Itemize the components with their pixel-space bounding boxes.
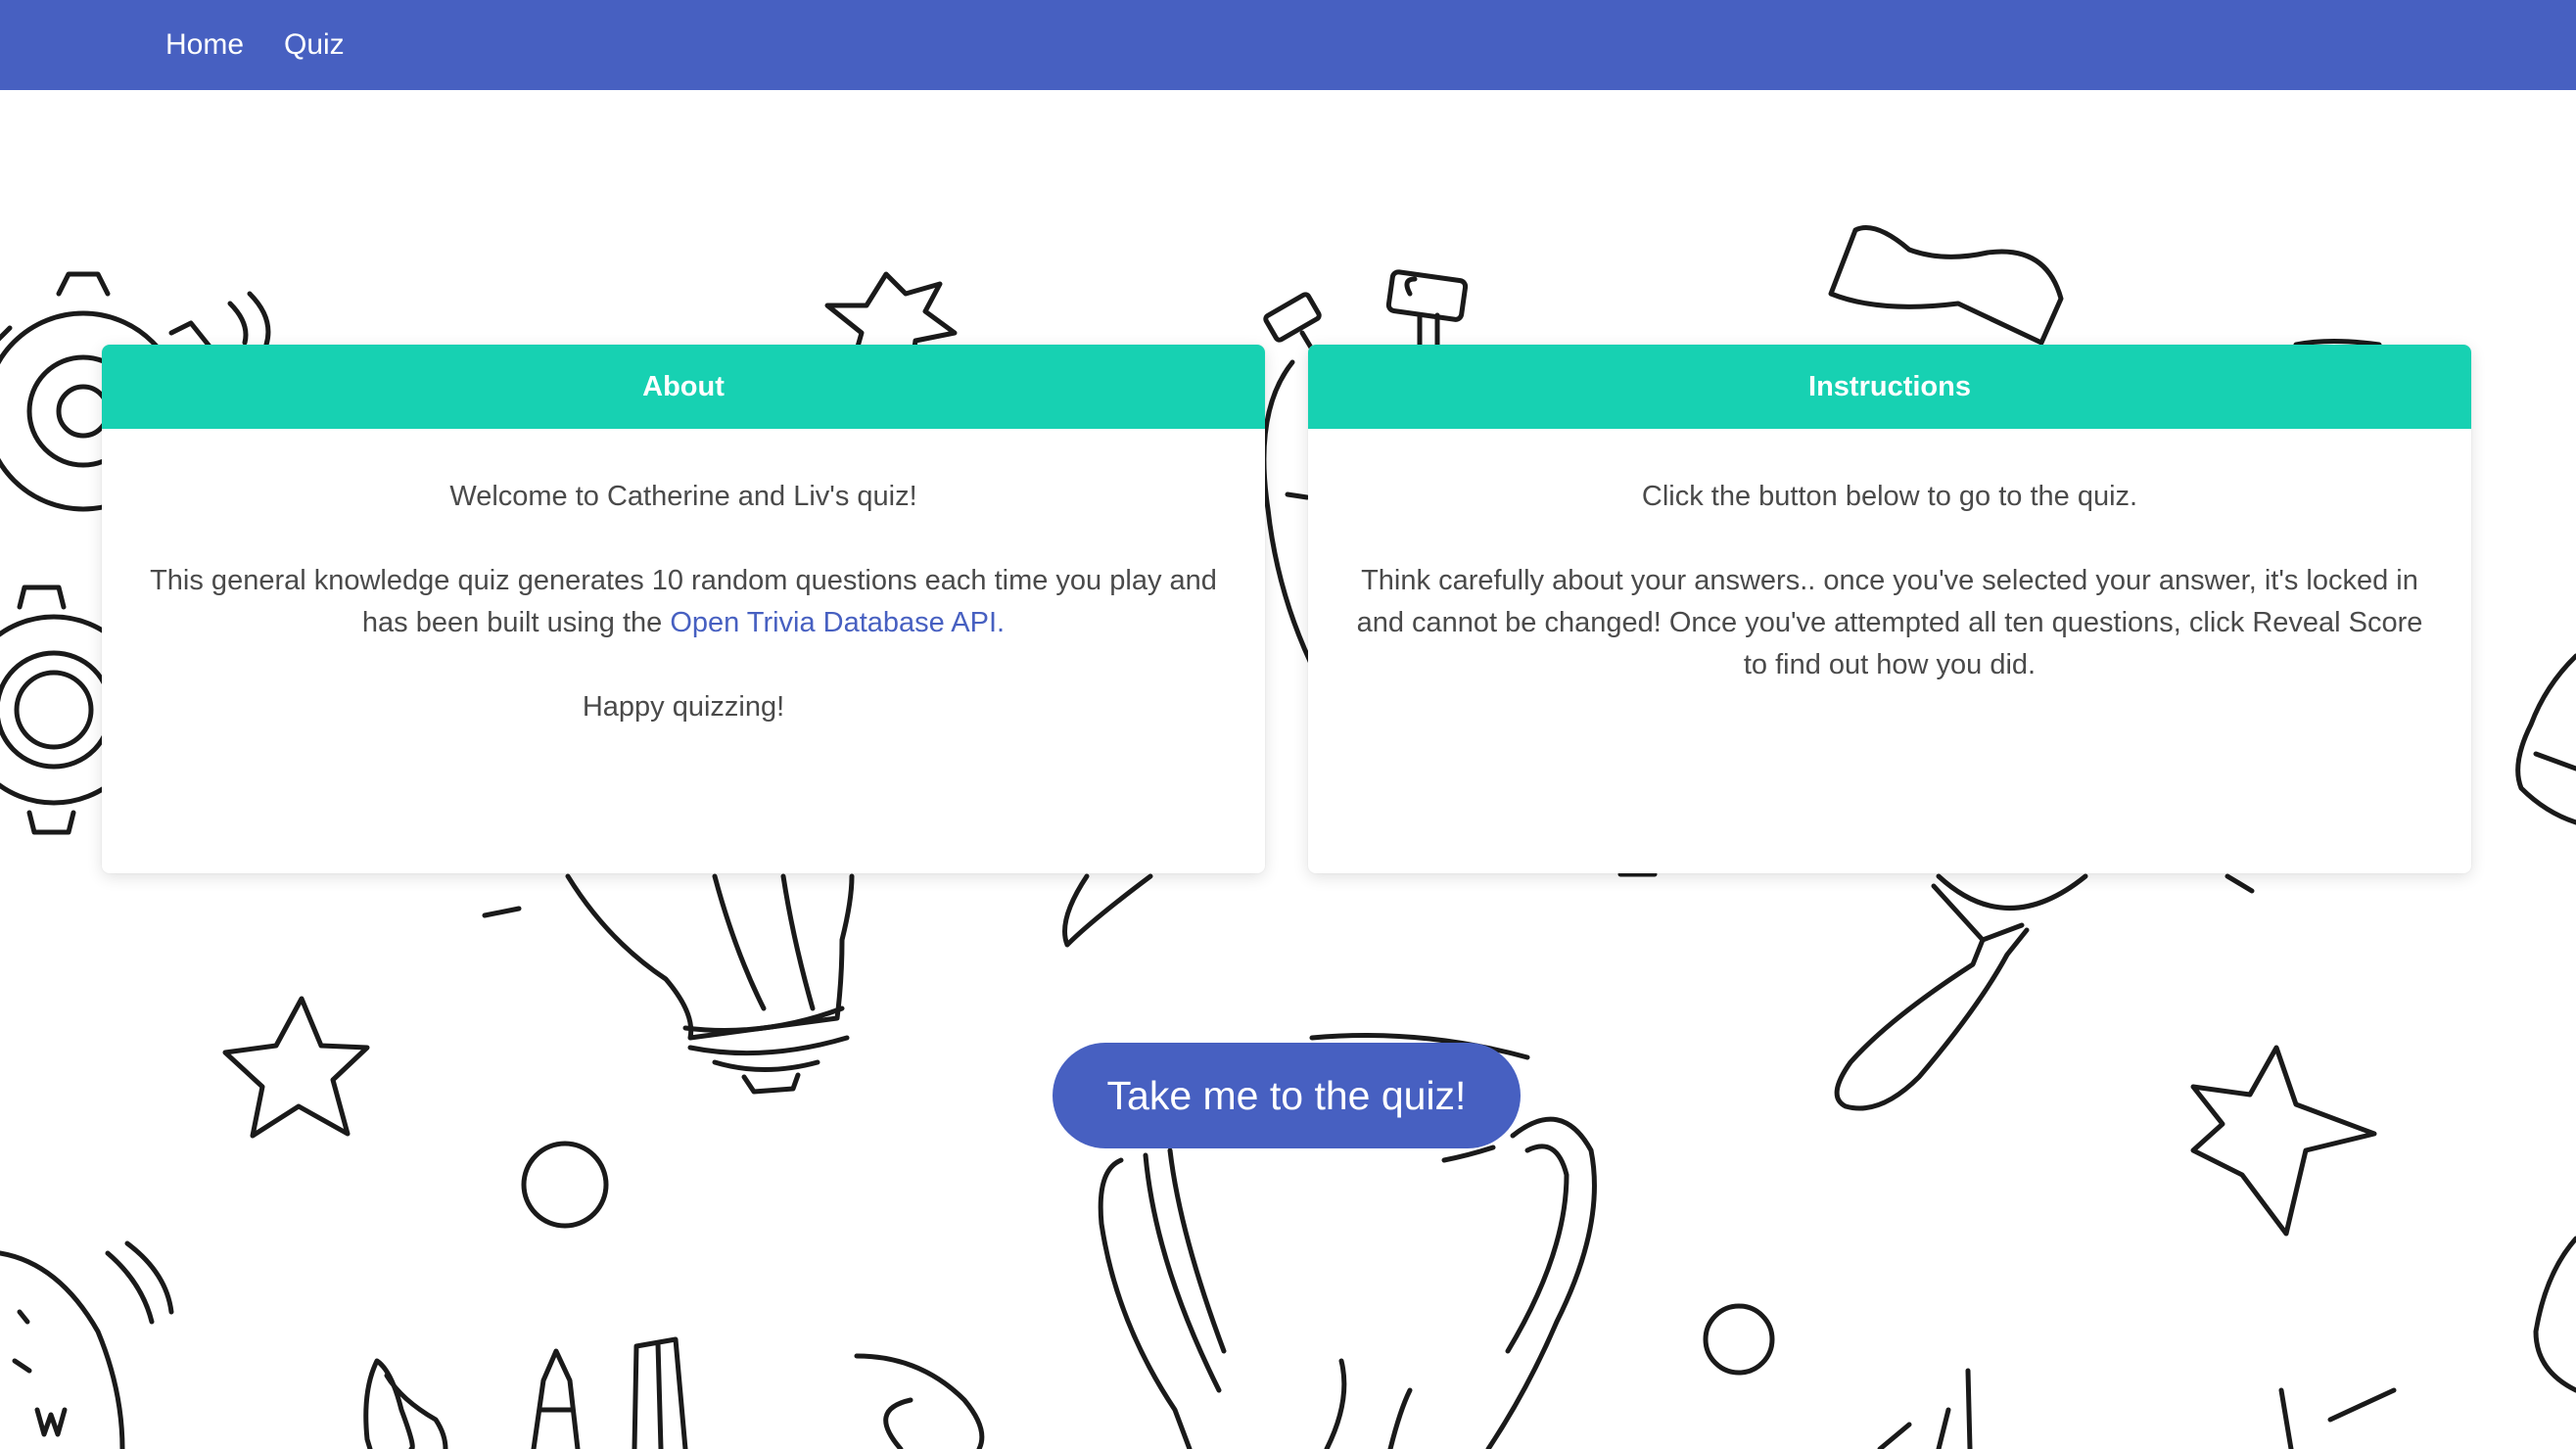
flag-icon (1828, 225, 2064, 346)
about-closing-text: Happy quizzing! (582, 691, 785, 723)
circle-icon (521, 1141, 609, 1229)
instructions-line-1: Click the button below to go to the quiz… (1641, 481, 2138, 512)
leaf-icon (854, 1353, 985, 1449)
pencil-icon (363, 1336, 688, 1449)
leaf-icon (1062, 873, 1153, 948)
about-card-title: About (102, 345, 1265, 429)
instructions-card-title: Instructions (1308, 345, 2471, 429)
cup-icon (2515, 653, 2576, 825)
navbar: Home Quiz (0, 0, 2576, 90)
instructions-line-2: Think carefully about your answers.. onc… (1356, 565, 2423, 680)
circle-icon (1703, 1303, 1775, 1376)
megaphone-icon (1877, 1236, 2576, 1449)
lightbulb-icon (565, 873, 855, 1095)
magnifier-icon (1617, 871, 2255, 1111)
instructions-card: Instructions Click the button below to g… (1308, 345, 2471, 873)
dash-icon (482, 906, 522, 918)
compass-icon (0, 1240, 174, 1449)
take-quiz-button[interactable]: Take me to the quiz! (1053, 1043, 1521, 1148)
nav-link-quiz[interactable]: Quiz (284, 25, 345, 65)
motion-lines-icon (227, 291, 271, 348)
about-description: This general knowledge quiz generates 10… (141, 560, 1226, 644)
instructions-card-body: Click the button below to go to the quiz… (1308, 429, 2471, 686)
about-card-body: Welcome to Catherine and Liv's quiz! Thi… (102, 429, 1265, 728)
nav-link-home[interactable]: Home (165, 25, 244, 65)
star-icon (2190, 1045, 2377, 1237)
open-trivia-api-link[interactable]: Open Trivia Database API. (670, 607, 1005, 638)
about-welcome-text: Welcome to Catherine and Liv's quiz! (449, 481, 917, 512)
about-card: About Welcome to Catherine and Liv's qui… (102, 345, 1265, 873)
star-icon (222, 996, 370, 1139)
